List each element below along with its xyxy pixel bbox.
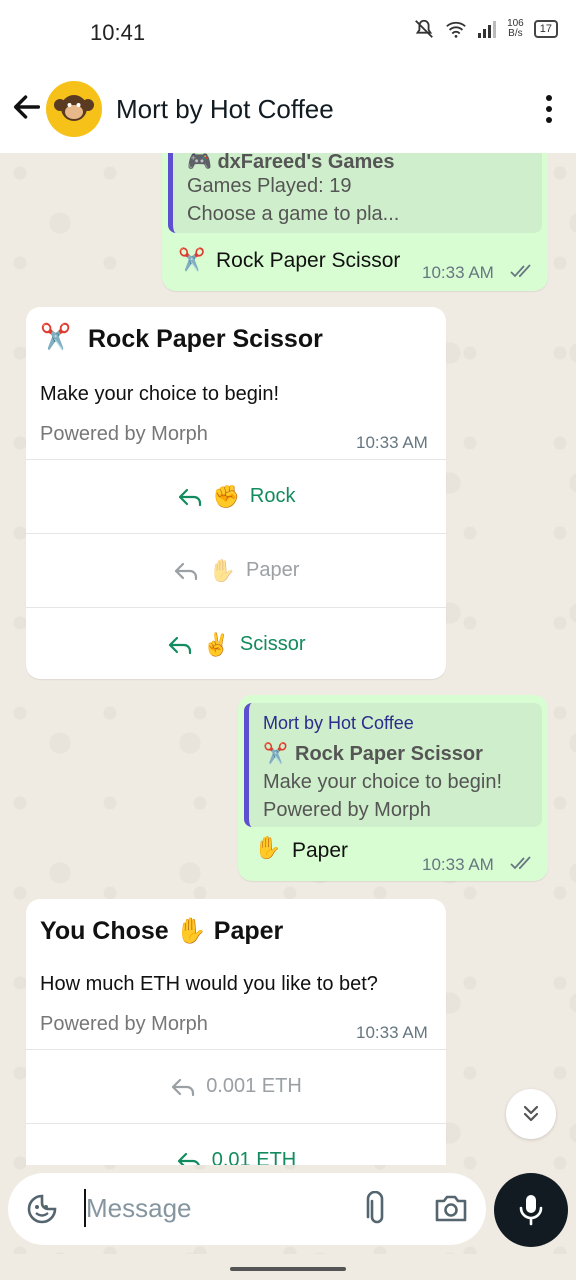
reply-icon bbox=[172, 1078, 195, 1096]
scroll-to-bottom-button[interactable] bbox=[506, 1089, 556, 1139]
message-input[interactable]: Message bbox=[86, 1193, 192, 1224]
more-options-icon[interactable] bbox=[544, 94, 554, 124]
scissors-emoji: ✂️ bbox=[178, 247, 206, 272]
quote-line: Make your choice to begin! bbox=[263, 771, 503, 793]
reply-icon bbox=[178, 488, 201, 506]
hand-emoji: ✋ bbox=[175, 917, 207, 945]
microphone-icon bbox=[519, 1195, 543, 1226]
reply-button-rock[interactable]: ✊ Rock bbox=[26, 459, 446, 533]
quoted-message[interactable]: Mort by Hot Coffee ✂️ Rock Paper Scissor… bbox=[244, 703, 542, 827]
outgoing-message[interactable]: Mort by Hot Coffee ✂️ Rock Paper Scissor… bbox=[238, 695, 548, 881]
button-label: Rock bbox=[249, 485, 296, 507]
reply-icon bbox=[177, 1152, 200, 1165]
message-composer: Message bbox=[8, 1173, 486, 1245]
card-body: Make your choice to begin! bbox=[40, 383, 280, 405]
quoted-message[interactable]: 🎮 dxFareed's Games Games Played: 19 Choo… bbox=[168, 153, 542, 233]
voice-message-button[interactable] bbox=[494, 1173, 568, 1247]
quote-title: Rock Paper Scissor bbox=[295, 743, 483, 765]
fist-emoji: ✊ bbox=[212, 483, 240, 509]
battery-icon: 17 bbox=[533, 20, 558, 38]
status-bar: 10:41 106 B/s 17 bbox=[0, 0, 576, 64]
back-arrow-icon[interactable] bbox=[10, 90, 44, 124]
reply-button-scissor[interactable]: ✌️ Scissor bbox=[26, 607, 446, 681]
status-time: 10:41 bbox=[90, 20, 146, 45]
message-time: 10:33 AM bbox=[422, 855, 494, 874]
message-time: 10:33 AM bbox=[356, 1023, 428, 1042]
wifi-icon bbox=[446, 21, 466, 38]
double-check-icon bbox=[510, 856, 531, 870]
avatar[interactable] bbox=[46, 81, 102, 137]
button-label: Scissor bbox=[239, 633, 306, 655]
double-check-icon bbox=[510, 264, 531, 278]
chat-header: Mort by Hot Coffee bbox=[0, 64, 576, 153]
incoming-message[interactable]: ✂️ Rock Paper Scissor Make your choice t… bbox=[26, 307, 446, 679]
button-label: 0.01 ETH bbox=[211, 1149, 297, 1165]
button-label: Paper bbox=[246, 559, 300, 581]
scissors-emoji: ✂️ bbox=[40, 323, 72, 351]
message-list[interactable]: 🎮 dxFareed's Games Games Played: 19 Choo… bbox=[0, 153, 576, 1165]
camera-icon[interactable] bbox=[434, 1193, 468, 1223]
quote-line: Games Played: 19 bbox=[187, 175, 352, 197]
message-text: Paper bbox=[292, 839, 349, 862]
card-title: Rock Paper Scissor bbox=[88, 325, 323, 353]
attach-icon[interactable] bbox=[364, 1191, 390, 1227]
reply-button-0-001-eth[interactable]: 0.001 ETH bbox=[26, 1049, 446, 1123]
message-time: 10:33 AM bbox=[356, 433, 428, 452]
quote-title: 🎮 dxFareed's Games bbox=[187, 153, 395, 173]
card-body: How much ETH would you like to bet? bbox=[40, 973, 378, 995]
card-footer: Powered by Morph bbox=[40, 1013, 208, 1035]
incoming-message[interactable]: You Chose ✋ Paper How much ETH would you… bbox=[26, 899, 446, 1165]
system-nav-bar bbox=[0, 1254, 576, 1280]
status-icons: 106 B/s 17 bbox=[413, 18, 558, 40]
victory-hand-emoji: ✌️ bbox=[202, 631, 230, 657]
chat-title[interactable]: Mort by Hot Coffee bbox=[116, 94, 334, 125]
monkey-icon bbox=[54, 95, 94, 121]
scissors-emoji: ✂️ bbox=[263, 743, 288, 765]
quote-line: Choose a game to pla... bbox=[187, 203, 400, 225]
home-gesture-pill[interactable] bbox=[230, 1267, 346, 1271]
reply-button-paper[interactable]: ✋ Paper bbox=[26, 533, 446, 607]
sticker-icon[interactable] bbox=[26, 1193, 58, 1225]
message-text: Rock Paper Scissor bbox=[216, 249, 401, 272]
reply-icon bbox=[168, 636, 191, 654]
signal-icon bbox=[478, 21, 497, 38]
hand-emoji: ✋ bbox=[254, 835, 282, 860]
net-speed: 106 B/s bbox=[507, 18, 524, 39]
button-label: 0.001 ETH bbox=[206, 1075, 302, 1097]
reply-icon bbox=[174, 562, 197, 580]
card-title: You Chose ✋ Paper bbox=[40, 917, 284, 945]
outgoing-message[interactable]: 🎮 dxFareed's Games Games Played: 19 Choo… bbox=[162, 153, 548, 291]
quote-sender: Mort by Hot Coffee bbox=[263, 713, 414, 733]
hand-emoji: ✋ bbox=[208, 557, 237, 583]
card-footer: Powered by Morph bbox=[40, 423, 208, 445]
quote-line: Powered by Morph bbox=[263, 799, 431, 821]
message-time: 10:33 AM bbox=[422, 263, 494, 282]
double-chevron-down-icon bbox=[523, 1105, 539, 1122]
mute-bell-icon bbox=[415, 19, 433, 38]
reply-button-0-01-eth[interactable]: 0.01 ETH bbox=[26, 1123, 446, 1165]
